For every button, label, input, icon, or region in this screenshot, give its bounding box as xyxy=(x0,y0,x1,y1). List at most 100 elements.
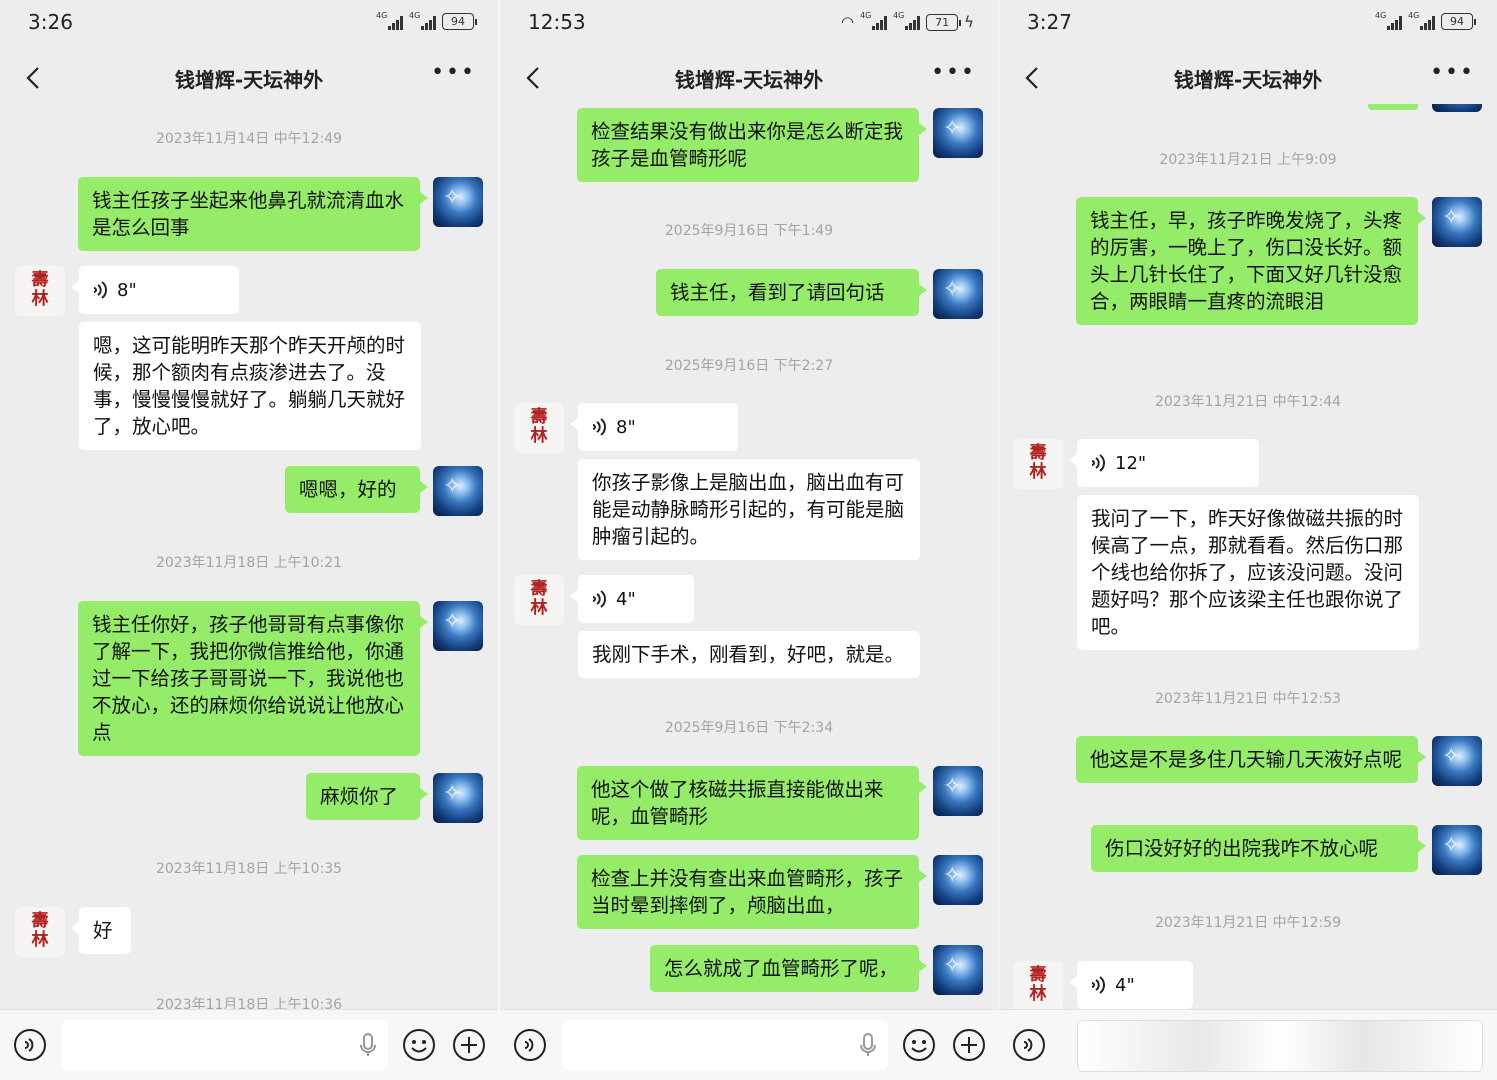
timestamp: 2023年11月18日 上午10:21 xyxy=(155,555,343,571)
my-avatar[interactable]: ✧ xyxy=(433,601,483,651)
more-dots-icon[interactable]: ••• xyxy=(931,60,976,85)
voice-message[interactable]: 8" xyxy=(71,266,239,314)
voice-message[interactable]: 4" xyxy=(570,575,694,623)
my-avatar[interactable]: ✧ xyxy=(933,855,983,905)
battery-icon: 71 xyxy=(926,13,962,31)
message-list: 检查结果没有做出来你是怎么断定我孩子是血管畸形呢 ✧ 2025年9月16日 下午… xyxy=(500,104,998,1010)
voice-duration: 8" xyxy=(616,416,636,438)
chat-title: 钱增辉-天坛神外 xyxy=(674,68,824,92)
battery-icon: 94 xyxy=(442,13,477,30)
doctor-avatar[interactable]: 壽林 xyxy=(15,907,65,957)
message-bubble-sent[interactable]: 钱主任你好，孩子他哥哥有点事像你了解一下，我把你微信推给他，你通过一下给孩子哥哥… xyxy=(78,601,428,756)
emoji-icon[interactable] xyxy=(901,1027,937,1063)
message-bubble-received[interactable]: 嗯，这可能明昨天那个昨天开颅的时候，那个额肉有点痰渗进去了。没事，慢慢慢慢就好了… xyxy=(79,322,421,450)
emoji-icon[interactable] xyxy=(401,1027,437,1063)
status-icons: 4G 4G 94 xyxy=(376,11,477,30)
signal-icon: 4G xyxy=(376,11,403,30)
signal-icon: 4G xyxy=(893,11,921,30)
status-time: 12:53 xyxy=(528,10,586,34)
chat-header: 钱增辉-天坛神外 ••• xyxy=(500,52,998,104)
signal-icon: 4G xyxy=(409,11,436,30)
voice-wave-icon xyxy=(93,281,107,299)
my-avatar[interactable]: ✧ xyxy=(1432,736,1482,786)
my-avatar[interactable]: ✧ xyxy=(933,766,983,816)
message-bubble-received[interactable]: 我刚下手术，刚看到，好吧，就是。 xyxy=(578,631,920,678)
signal-icon: 4G xyxy=(860,11,888,30)
plus-icon[interactable] xyxy=(951,1027,987,1063)
message-bubble-sent[interactable]: 他这是不是多住几天输几天液好点呢 xyxy=(1076,736,1426,783)
charging-icon: ϟ xyxy=(964,13,974,31)
message-bubble-received[interactable]: 我问了一下，昨天好像做磁共振的时候高了一点，那就看看。然后伤口那个线也给你拆了，… xyxy=(1077,495,1419,650)
doctor-avatar[interactable]: 壽林 xyxy=(15,266,65,316)
message-bubble-sent[interactable]: 他这个做了核磁共振直接能做出来呢，血管畸形 xyxy=(577,766,927,840)
timestamp: 2023年11月21日 中午12:59 xyxy=(1154,915,1342,931)
my-avatar[interactable]: ✧ xyxy=(1432,197,1482,247)
input-bar xyxy=(500,1009,998,1080)
message-input[interactable] xyxy=(62,1020,388,1070)
microphone-icon[interactable] xyxy=(350,1027,386,1063)
message-bubble-sent[interactable]: 检查结果没有做出来你是怎么断定我孩子是血管畸形呢 xyxy=(577,108,927,182)
message-bubble-sent[interactable]: 伤口没好好的出院我咋不放心呢 xyxy=(1091,825,1426,872)
status-bar: 3:27 4G 4G 94 xyxy=(999,0,1497,48)
my-avatar[interactable]: ✧ xyxy=(1432,825,1482,875)
status-icons: 4G 4G 94 xyxy=(1375,11,1476,30)
timestamp: 2023年11月21日 中午12:44 xyxy=(1154,394,1342,410)
my-avatar[interactable]: ✧ xyxy=(1432,104,1482,112)
status-time: 3:26 xyxy=(28,10,73,34)
message-input[interactable] xyxy=(1077,1020,1483,1072)
wifi-icon: ◠ xyxy=(841,13,855,31)
timestamp: 2023年11月21日 中午12:53 xyxy=(1154,691,1342,707)
message-bubble-sent[interactable]: 怎么就成了血管畸形了呢， xyxy=(650,945,927,992)
my-avatar[interactable]: ✧ xyxy=(433,773,483,823)
my-avatar[interactable]: ✧ xyxy=(433,466,483,516)
chat-panel-2: 12:53 ◠ 4G 4G 71 ϟ 钱增辉-天坛神外 ••• 检查结果没有做出… xyxy=(500,0,998,1080)
status-time: 3:27 xyxy=(1027,10,1072,34)
doctor-avatar[interactable]: 壽林 xyxy=(514,403,564,453)
voice-wave-icon xyxy=(592,590,606,608)
message-input[interactable] xyxy=(562,1020,888,1070)
my-avatar[interactable]: ✧ xyxy=(933,269,983,319)
timestamp: 2025年9月16日 下午1:49 xyxy=(664,223,834,239)
timestamp: 2025年9月16日 下午2:27 xyxy=(664,358,834,374)
my-avatar[interactable]: ✧ xyxy=(933,108,983,158)
chat-title: 钱增辉-天坛神外 xyxy=(174,68,324,92)
voice-input-icon[interactable] xyxy=(512,1027,548,1063)
my-avatar[interactable]: ✧ xyxy=(433,177,483,227)
voice-duration: 4" xyxy=(1115,974,1135,996)
voice-wave-icon xyxy=(1091,454,1105,472)
message-bubble-received[interactable]: 你孩子影像上是脑出血，脑出血有可能是动静脉畸形引起的，有可能是脑肿瘤引起的。 xyxy=(578,459,920,560)
more-dots-icon[interactable]: ••• xyxy=(1430,60,1475,85)
my-avatar[interactable]: ✧ xyxy=(933,945,983,995)
message-bubble-sent[interactable]: 钱主任，早，孩子昨晚发烧了，头疼的厉害，一晚上了，伤口没长好。额头上几针长住了，… xyxy=(1076,197,1426,325)
doctor-avatar[interactable]: 壽林 xyxy=(1013,961,1063,1010)
screenshot-collage: 3:26 4G 4G 94 钱增辉-天坛神外 ••• 2023年11月14日 中… xyxy=(0,0,1497,1080)
chat-title: 钱增辉-天坛神外 xyxy=(1173,68,1323,92)
status-bar: 3:26 4G 4G 94 xyxy=(0,0,498,48)
message-bubble-sent[interactable]: 检查上并没有查出来血管畸形，孩子当时晕到摔倒了，颅脑出血， xyxy=(577,855,927,929)
timestamp: 2023年11月18日 上午10:35 xyxy=(155,861,343,877)
input-bar xyxy=(0,1009,498,1080)
message-bubble-sent[interactable]: 嗯嗯，好的 xyxy=(285,466,428,513)
timestamp: 2023年11月21日 上午9:09 xyxy=(1159,152,1337,168)
voice-message[interactable]: 8" xyxy=(570,403,738,451)
chat-panel-1: 3:26 4G 4G 94 钱增辉-天坛神外 ••• 2023年11月14日 中… xyxy=(0,0,498,1080)
voice-duration: 12" xyxy=(1115,452,1147,474)
chat-header: 钱增辉-天坛神外 ••• xyxy=(0,52,498,104)
voice-duration: 4" xyxy=(616,588,636,610)
voice-message[interactable]: 4" xyxy=(1069,961,1193,1009)
voice-input-icon[interactable] xyxy=(12,1027,48,1063)
voice-duration: 8" xyxy=(117,279,137,301)
doctor-avatar[interactable]: 壽林 xyxy=(1013,439,1063,489)
message-bubble-sent-partial xyxy=(1368,104,1418,110)
plus-icon[interactable] xyxy=(451,1027,487,1063)
message-bubble-sent[interactable]: 钱主任，看到了请回句话 xyxy=(656,269,927,316)
message-bubble-received[interactable]: 好 xyxy=(71,907,131,954)
doctor-avatar[interactable]: 壽林 xyxy=(514,575,564,625)
more-dots-icon[interactable]: ••• xyxy=(431,60,476,85)
voice-input-icon[interactable] xyxy=(1011,1027,1047,1063)
message-bubble-sent[interactable]: 钱主任孩子坐起来他鼻孔就流清血水是怎么回事 xyxy=(78,177,428,251)
message-bubble-sent[interactable]: 麻烦你了 xyxy=(306,773,428,820)
voice-message[interactable]: 12" xyxy=(1069,439,1259,487)
timestamp: 2023年11月14日 中午12:49 xyxy=(155,131,343,147)
microphone-icon[interactable] xyxy=(850,1027,886,1063)
